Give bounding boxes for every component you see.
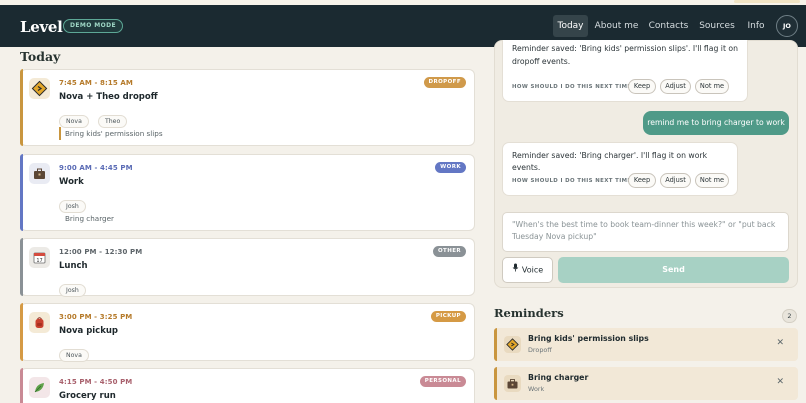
event-title: Nova + Theo dropoff <box>59 92 158 102</box>
event-time: 4:15 PM - 4:50 PM <box>59 378 133 386</box>
event-accent-bar <box>20 154 23 231</box>
event-card-lunch[interactable]: 17 12:00 PM - 12:30 PM Lunch OTHER Josh <box>20 238 475 297</box>
feedback-keep-button[interactable]: Keep <box>628 173 656 188</box>
reminder-context: Dropoff <box>528 346 552 354</box>
close-icon[interactable]: ✕ <box>776 377 784 387</box>
event-title: Nova pickup <box>59 326 119 336</box>
calendar-icon: 17 <box>29 247 50 268</box>
reminder-item[interactable]: Bring charger Work ✕ <box>494 367 798 400</box>
demo-mode-badge: DEMO MODE <box>63 19 123 33</box>
nav-info[interactable]: Info <box>743 15 769 37</box>
attendee-chip: Nova <box>59 115 89 128</box>
event-accent-bar <box>20 368 23 403</box>
top-strip-highlight <box>734 0 800 3</box>
attendee-chip: Theo <box>97 115 128 128</box>
reminder-item[interactable]: Bring kids' permission slips Dropoff ✕ <box>494 328 798 361</box>
chat-input[interactable]: "When's the best time to book team-dinne… <box>502 212 789 252</box>
feedback-question: HOW SHOULD I DO THIS NEXT TIME? <box>512 84 635 90</box>
event-title: Grocery run <box>59 391 116 401</box>
event-time: 3:00 PM - 3:25 PM <box>59 313 133 321</box>
chat-input-placeholder: "When's the best time to book team-dinne… <box>512 220 776 229</box>
attendee-chip: Josh <box>59 284 86 297</box>
reminder-accent-bar <box>494 328 497 361</box>
assistant-message-text: Reminder saved: 'Bring kids' permission … <box>512 44 738 53</box>
feedback-not-me-button[interactable]: Not me <box>695 79 729 94</box>
event-time: 12:00 PM - 12:30 PM <box>59 248 143 256</box>
reminders-count-badge: 2 <box>782 309 797 323</box>
event-category-badge: DROPOFF <box>423 77 466 88</box>
event-category-badge: PERSONAL <box>419 376 466 387</box>
user-message: remind me to bring charger to work <box>643 111 789 135</box>
feedback-question: HOW SHOULD I DO THIS NEXT TIME? <box>512 178 635 184</box>
event-reminder-note: Bring kids' permission slips <box>59 127 163 140</box>
event-title: Work <box>59 177 84 187</box>
feedback-adjust-button[interactable]: Adjust <box>660 79 691 94</box>
nav-today[interactable]: Today <box>553 15 588 37</box>
event-time: 7:45 AM - 8:15 AM <box>59 79 133 87</box>
event-time: 9:00 AM - 4:45 PM <box>59 164 133 172</box>
nav-about-me[interactable]: About me <box>594 15 639 37</box>
briefcase-icon <box>29 163 50 184</box>
page-title: Today <box>20 49 61 64</box>
user-avatar[interactable]: JO <box>776 15 798 37</box>
event-accent-bar <box>20 303 23 361</box>
road-sign-icon <box>29 78 50 99</box>
nav-contacts[interactable]: Contacts <box>646 15 691 37</box>
event-card-dropoff[interactable]: 7:45 AM - 8:15 AM Nova + Theo dropoff DR… <box>20 69 475 146</box>
close-icon[interactable]: ✕ <box>776 338 784 348</box>
backpack-icon <box>29 312 50 333</box>
reminder-title: Bring charger <box>528 373 589 382</box>
nav-sources[interactable]: Sources <box>697 15 737 37</box>
event-card-work[interactable]: 9:00 AM - 4:45 PM Work WORK Josh Bring c… <box>20 154 475 231</box>
feedback-keep-button[interactable]: Keep <box>628 79 656 94</box>
event-reminder-note: Bring charger <box>65 214 114 223</box>
assistant-message-text: Reminder saved: 'Bring charger'. I'll fl… <box>512 151 708 172</box>
assistant-message-text: dropoff events. <box>512 57 571 66</box>
feedback-not-me-button[interactable]: Not me <box>695 173 729 188</box>
reminder-title: Bring kids' permission slips <box>528 334 649 343</box>
event-accent-bar <box>20 69 23 146</box>
reminders-title: Reminders <box>494 306 564 320</box>
event-card-personal[interactable]: 4:15 PM - 4:50 PM Grocery run PERSONAL <box>20 368 475 403</box>
voice-button-label: Voice <box>521 265 544 275</box>
send-button[interactable]: Send <box>558 257 789 283</box>
leaf-icon <box>29 377 50 398</box>
event-card-pickup[interactable]: 3:00 PM - 3:25 PM Nova pickup PICKUP Nov… <box>20 303 475 362</box>
event-category-badge: PICKUP <box>430 311 466 322</box>
app-logo[interactable]: Level <box>20 18 63 36</box>
feedback-adjust-button[interactable]: Adjust <box>660 173 691 188</box>
reminder-context: Work <box>528 385 545 393</box>
attendee-chip: Josh <box>59 200 86 213</box>
voice-button[interactable]: Voice <box>502 257 553 283</box>
chat-input-placeholder: Tuesday Nova pickup" <box>512 232 597 241</box>
svg-text:17: 17 <box>36 258 42 264</box>
event-category-badge: OTHER <box>432 246 466 257</box>
attendee-chip: Nova <box>59 349 89 362</box>
assistant-message: Reminder saved: 'Bring kids' permission … <box>502 40 748 102</box>
road-sign-icon <box>504 336 521 353</box>
reminder-accent-bar <box>494 367 497 400</box>
event-accent-bar <box>20 238 23 296</box>
event-title: Lunch <box>59 261 88 271</box>
event-category-badge: WORK <box>435 162 466 173</box>
microphone-icon <box>512 258 519 282</box>
briefcase-icon <box>504 375 521 392</box>
assistant-message: Reminder saved: 'Bring charger'. I'll fl… <box>502 142 738 196</box>
